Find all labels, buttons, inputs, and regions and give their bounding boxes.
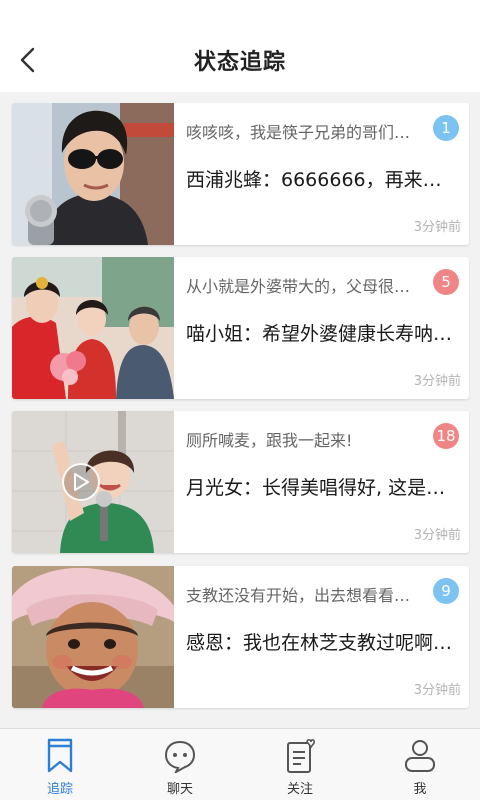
card-timestamp: 3分钟前 bbox=[413, 220, 461, 235]
unread-badge: 18 bbox=[433, 423, 459, 449]
tab-label: 追踪 bbox=[46, 782, 73, 797]
play-icon[interactable] bbox=[62, 463, 100, 501]
tab-label: 关注 bbox=[286, 782, 313, 797]
tab-me[interactable]: 我 bbox=[360, 729, 480, 800]
card-message: 喵小姐：希望外婆健康长寿呐… bbox=[186, 323, 453, 345]
status-card[interactable]: 厕所喊麦，跟我一起来! 18 月光女：长得美唱得好, 这是… 3分钟前 bbox=[12, 411, 469, 553]
card-timestamp: 3分钟前 bbox=[413, 528, 461, 543]
status-card[interactable]: 从小就是外婆带大的，父母很… 5 喵小姐：希望外婆健康长寿呐… 3分钟前 bbox=[12, 257, 469, 399]
back-button[interactable] bbox=[10, 42, 46, 78]
card-title: 咳咳咳，我是筷子兄弟的哥们… bbox=[186, 123, 411, 142]
person-icon bbox=[403, 737, 437, 775]
card-message: 感恩：我也在林芝支教过呢啊… bbox=[186, 632, 453, 654]
bookmark-icon bbox=[43, 737, 77, 775]
card-timestamp: 3分钟前 bbox=[413, 374, 461, 389]
singer-with-sunglasses-photo bbox=[12, 103, 174, 245]
unread-badge: 9 bbox=[433, 578, 459, 604]
chat-bubble-icon bbox=[163, 737, 197, 775]
bottom-tab-bar: 追踪 聊天 关注 我 bbox=[0, 728, 480, 800]
card-title: 从小就是外婆带大的，父母很… bbox=[186, 277, 411, 296]
bride-and-grandmother-photo bbox=[12, 257, 174, 399]
top-bar: 状态追踪 bbox=[0, 28, 480, 92]
chevron-left-icon bbox=[20, 47, 35, 73]
status-card[interactable]: 咳咳咳，我是筷子兄弟的哥们… 1 西浦兆蜂：6666666，再来… 3分钟前 bbox=[12, 103, 469, 245]
smiling-child-photo bbox=[12, 566, 174, 708]
tab-tracking[interactable]: 追踪 bbox=[0, 729, 120, 800]
card-message: 月光女：长得美唱得好, 这是… bbox=[186, 477, 446, 499]
tab-follow[interactable]: 关注 bbox=[240, 729, 360, 800]
page-title: 状态追踪 bbox=[193, 50, 286, 75]
card-message: 西浦兆蜂：6666666，再来… bbox=[186, 169, 442, 191]
note-heart-icon bbox=[283, 737, 317, 775]
card-title: 支教还没有开始，出去想看看… bbox=[186, 586, 411, 605]
tab-chat[interactable]: 聊天 bbox=[120, 729, 240, 800]
card-timestamp: 3分钟前 bbox=[413, 683, 461, 698]
tab-label: 我 bbox=[413, 782, 427, 797]
unread-badge: 1 bbox=[433, 115, 459, 141]
status-bar bbox=[0, 0, 480, 28]
card-title: 厕所喊麦，跟我一起来! bbox=[186, 431, 353, 450]
girl-singing-video bbox=[12, 411, 174, 553]
status-card[interactable]: 支教还没有开始，出去想看看… 9 感恩：我也在林芝支教过呢啊… 3分钟前 bbox=[12, 566, 469, 708]
tab-label: 聊天 bbox=[166, 782, 193, 797]
unread-badge: 5 bbox=[433, 269, 459, 295]
